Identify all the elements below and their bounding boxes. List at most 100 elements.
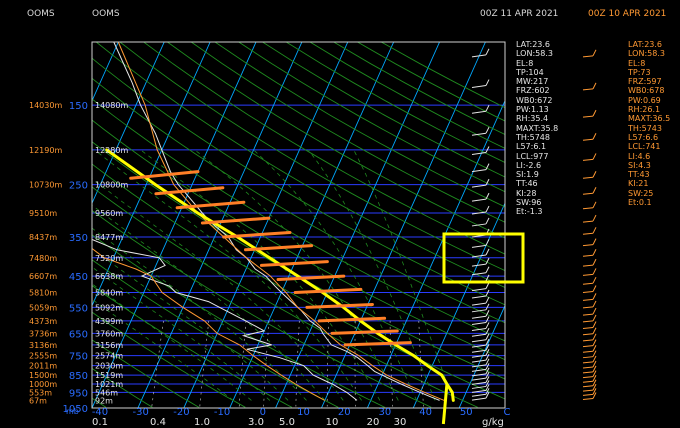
pressure-label: 150 xyxy=(69,101,88,112)
index-line: SI:1.9 xyxy=(516,170,539,180)
pressure-label: 750 xyxy=(69,352,88,363)
height-label-previous: 14030m xyxy=(29,101,62,110)
wind-barb-previous-flag xyxy=(592,327,597,335)
wind-barb xyxy=(471,397,487,401)
index-line: MAXT:36.5 xyxy=(628,114,671,124)
mixing-ratio-tick-label: 0.1 xyxy=(92,417,108,428)
height-label-current: 5092m xyxy=(95,303,123,312)
wind-barb-previous-flag xyxy=(592,82,597,90)
mixing-ratio-tick-label: 3.0 xyxy=(248,417,264,428)
wind-barb xyxy=(471,151,487,155)
height-label-previous: 2555m xyxy=(29,352,57,361)
wind-barb-previous-flag xyxy=(592,314,597,322)
wind-barb-flag xyxy=(485,248,490,256)
height-label-previous: 7480m xyxy=(29,254,57,263)
index-line: LAT:23.6 xyxy=(628,40,663,49)
wind-barb-previous xyxy=(582,371,594,374)
mixing-ratio-tick-label: 1.0 xyxy=(194,417,210,428)
dry-adiabat-line xyxy=(238,42,505,193)
previous-indices-panel: LAT:23.6 LON:58.3 EL:8 TP:73 FRZ:597 WB0:678 P… xyxy=(628,40,670,207)
wind-barb-previous-flag xyxy=(592,153,597,160)
wind-barb xyxy=(471,244,487,248)
temperature-tick-label: 50 xyxy=(460,407,473,418)
index-line: SW:96 xyxy=(516,198,542,208)
index-line: L57:6.1 xyxy=(516,142,547,152)
wind-barb-previous xyxy=(582,244,594,247)
index-line: KI:28 xyxy=(516,188,537,198)
index-line: EL:8 xyxy=(628,58,646,68)
index-line: TP:73 xyxy=(628,67,651,77)
wind-barb-previous-flag xyxy=(592,321,597,328)
wind-barb-flag xyxy=(485,48,490,56)
temperature-tick-label: C xyxy=(504,407,511,418)
wind-barb-flag xyxy=(485,322,490,329)
index-line: EL:8 xyxy=(516,58,534,68)
wind-barb-flag xyxy=(485,217,490,225)
wind-barb xyxy=(471,377,487,381)
wind-barb-previous xyxy=(582,350,594,353)
wind-barb-previous-flag xyxy=(592,268,597,275)
dry-adiabat-line xyxy=(119,42,505,272)
wind-barb-previous-flag xyxy=(592,171,597,178)
index-line: L57:6.6 xyxy=(628,132,659,142)
height-label-current: 10800m xyxy=(95,181,128,190)
isotherm-line xyxy=(366,99,505,408)
pressure-unit-label: mb xyxy=(66,407,79,416)
index-line: LCL:741 xyxy=(628,142,661,152)
wind-barb-previous xyxy=(582,88,594,91)
wind-barb-flag xyxy=(485,239,490,246)
wind-barb-previous xyxy=(582,207,594,210)
wind-barb-previous xyxy=(582,115,594,118)
height-label-previous: 5059m xyxy=(29,303,57,312)
wind-barb xyxy=(471,198,487,202)
height-label-previous: 8437m xyxy=(29,233,57,242)
height-label-previous: 10730m xyxy=(29,181,62,190)
wind-barb xyxy=(471,339,487,343)
wind-barb-previous xyxy=(582,176,594,179)
wind-barb-flag xyxy=(485,205,490,213)
wind-barb-previous-flag xyxy=(592,300,597,308)
wind-barb-previous-flag xyxy=(592,333,597,341)
wind-barb-previous-flag xyxy=(592,258,597,266)
mixing-ratio-tick-label: 10 xyxy=(326,417,339,428)
index-line: KI:21 xyxy=(628,179,649,189)
moist-adiabat-line xyxy=(94,149,362,401)
index-line: WB0:672 xyxy=(516,95,553,105)
wind-barb-previous xyxy=(582,376,594,379)
wind-barb-previous xyxy=(582,232,594,235)
wind-barb-previous-flag xyxy=(592,109,597,117)
index-line: SW:25 xyxy=(628,188,654,198)
wind-barb-previous xyxy=(582,192,594,195)
wind-barb-previous-flag xyxy=(592,293,597,300)
mixing-ratio-tick-label: 5.0 xyxy=(279,417,295,428)
wind-barb-previous xyxy=(582,220,594,223)
wind-barb xyxy=(471,302,487,306)
wind-barb xyxy=(471,359,487,363)
mixing-ratio-tick-label: 30 xyxy=(394,417,407,428)
index-line: TH:5743 xyxy=(628,123,662,133)
wind-barb xyxy=(471,321,487,325)
mixing-ratio-units: g/kg xyxy=(482,417,504,428)
annotation-curve xyxy=(105,148,455,402)
height-label-current: 12280m xyxy=(95,146,128,155)
wind-barb-previous xyxy=(582,366,594,369)
wind-barb-previous-flag xyxy=(592,307,597,315)
dewpoint-profile-line xyxy=(92,247,326,401)
pressure-label: 550 xyxy=(69,303,88,314)
wind-barb-previous xyxy=(582,356,594,359)
height-label-previous: 5810m xyxy=(29,289,57,298)
wind-barb-previous xyxy=(582,361,594,364)
wind-barb-previous-flag xyxy=(592,345,597,352)
wind-barb-previous xyxy=(582,254,594,257)
index-line: FRZ:602 xyxy=(516,86,550,96)
index-line: Et:0.1 xyxy=(628,198,652,208)
wind-barb-previous xyxy=(582,320,594,323)
index-line: FRZ:597 xyxy=(628,77,662,87)
index-line: LI:-2.6 xyxy=(516,160,542,170)
index-line: LON:58.3 xyxy=(628,49,665,59)
skewt-chart: 1502503504505506507508509501050mb14030m1… xyxy=(29,41,597,428)
wind-barb-previous-flag xyxy=(592,227,597,234)
wind-barb-previous xyxy=(582,55,594,58)
wind-barb-previous-flag xyxy=(592,133,597,140)
wind-barb xyxy=(471,110,487,114)
